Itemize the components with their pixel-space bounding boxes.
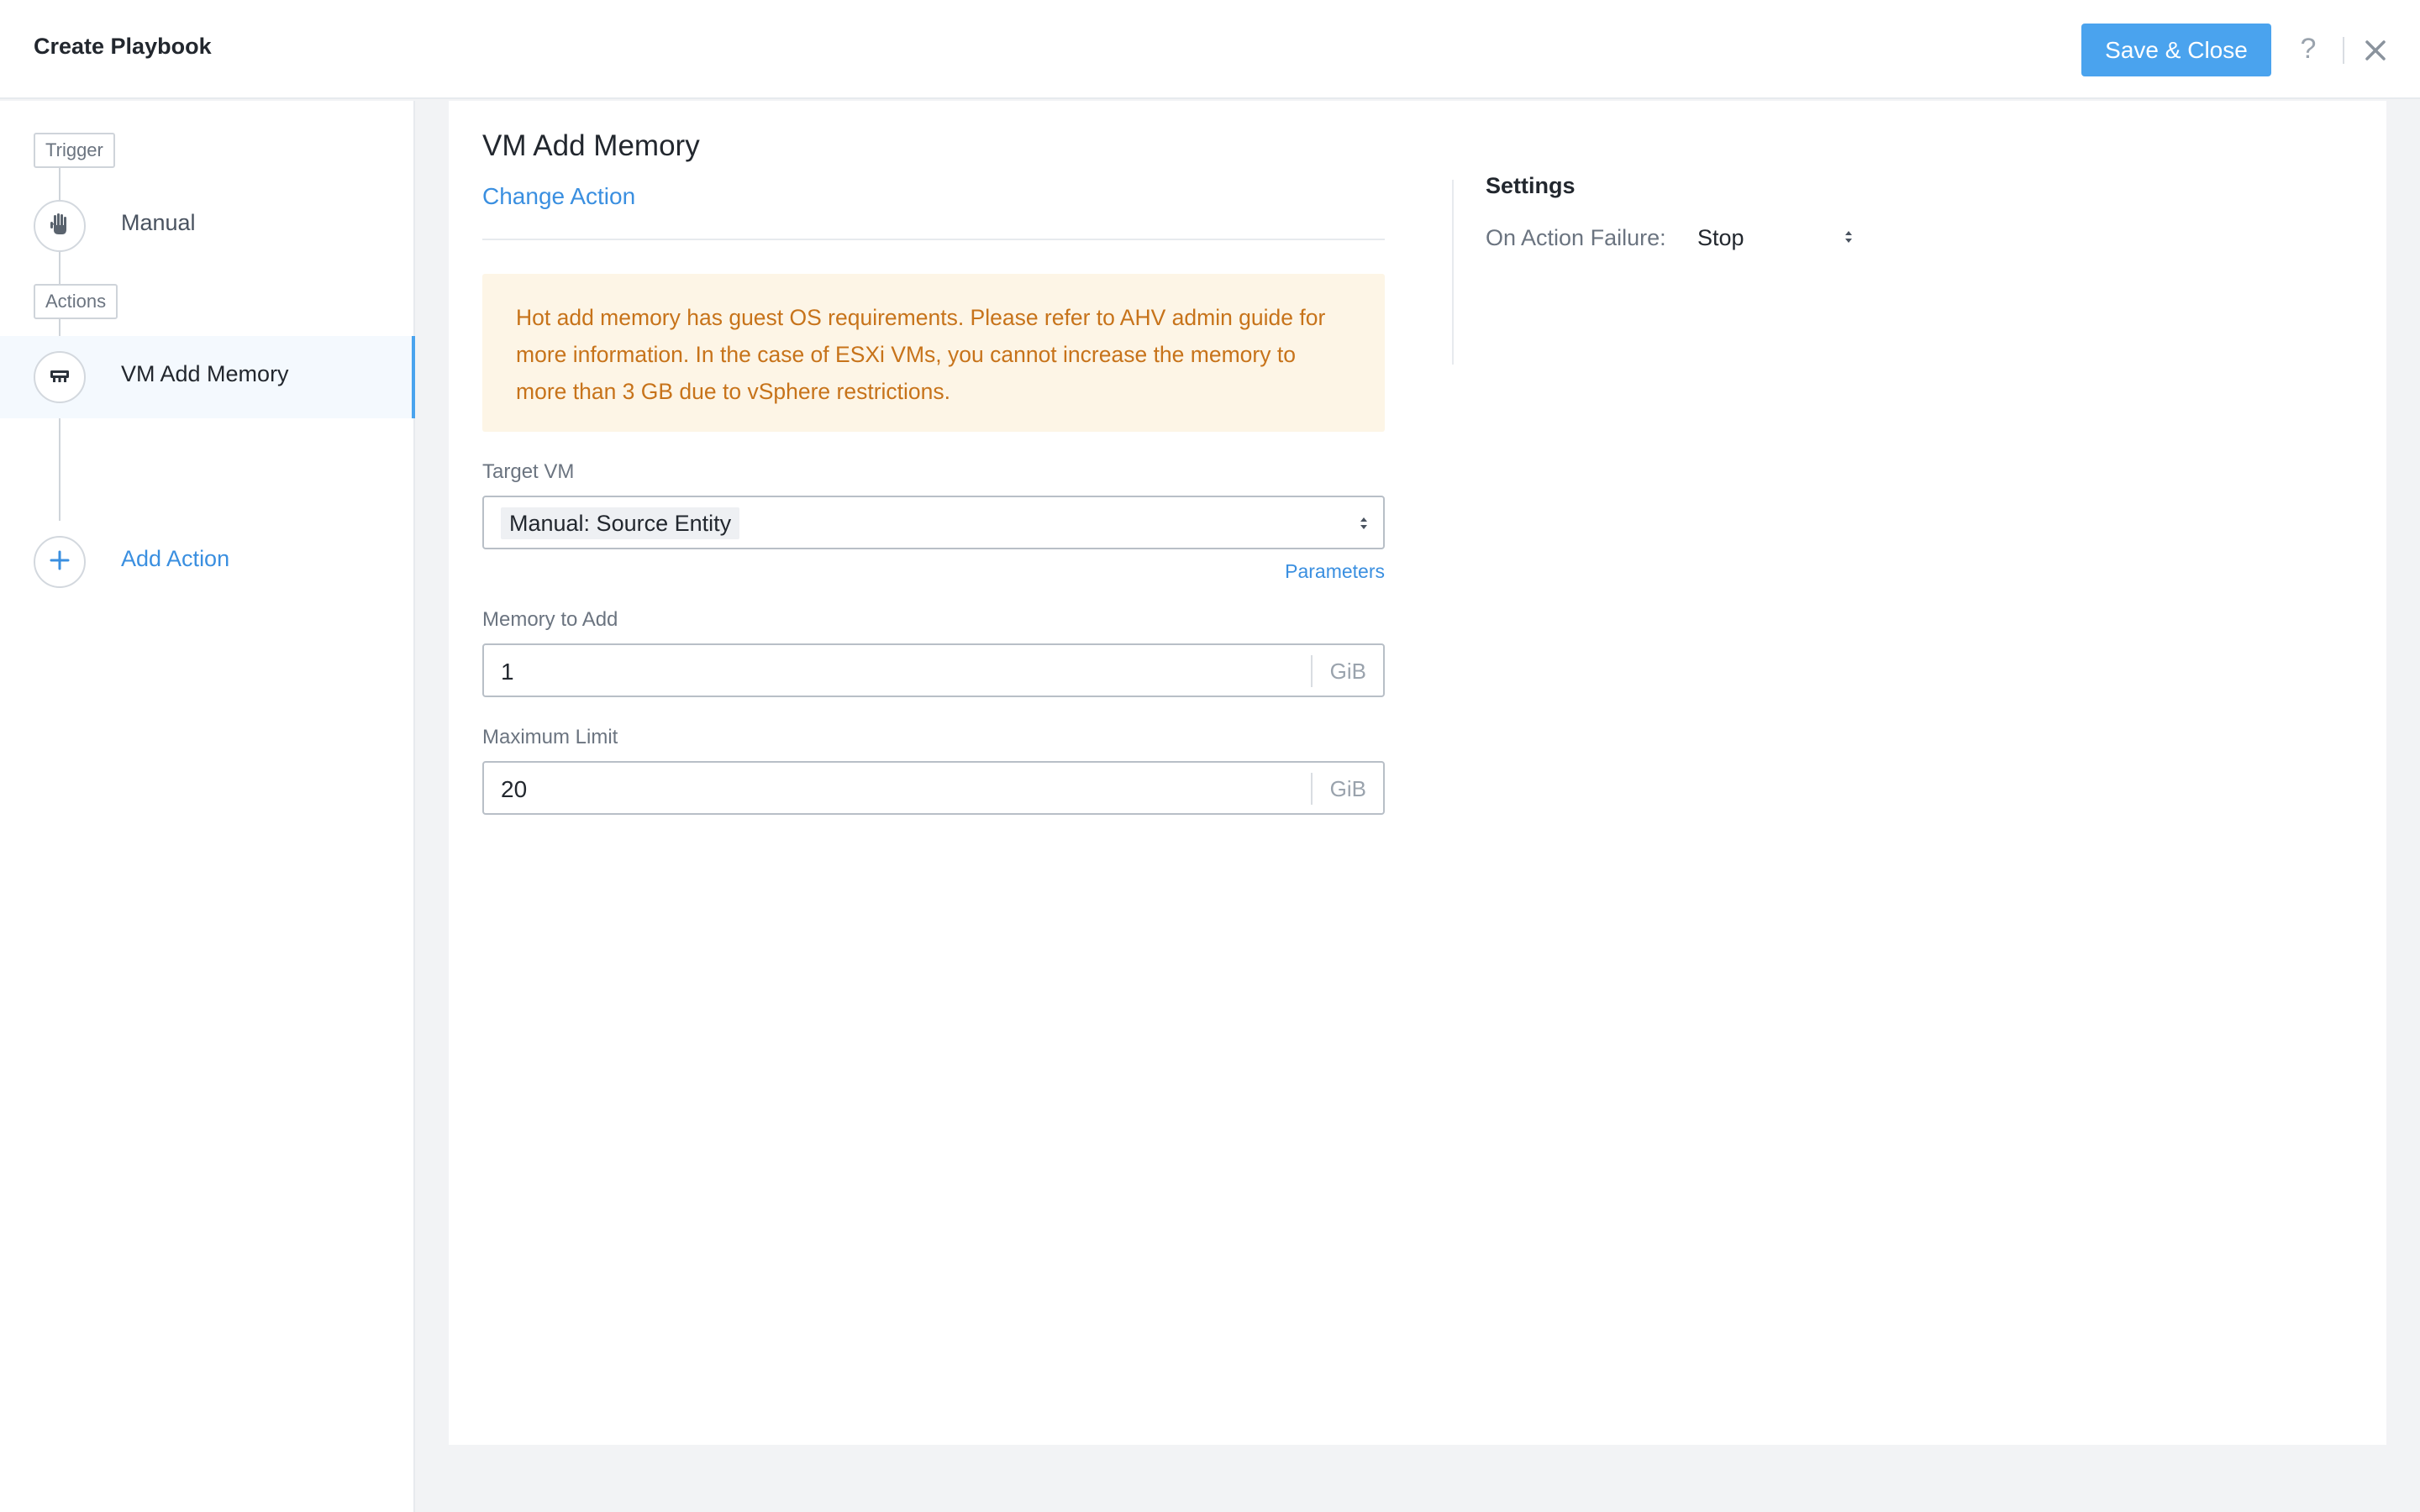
help-icon[interactable]: ? xyxy=(2296,32,2321,66)
trigger-step-icon-circle[interactable] xyxy=(34,200,86,252)
header: Create Playbook Save & Close ? xyxy=(0,0,2420,99)
add-action-icon-circle[interactable] xyxy=(34,536,86,588)
maximum-limit-label: Maximum Limit xyxy=(482,726,618,748)
sort-arrows-icon xyxy=(1358,514,1370,533)
action-title: VM Add Memory xyxy=(482,129,700,162)
change-action-link[interactable]: Change Action xyxy=(482,183,635,210)
action-step-icon-circle[interactable] xyxy=(34,351,86,403)
target-vm-label: Target VM xyxy=(482,460,575,483)
maximum-limit-value[interactable]: 20 xyxy=(501,776,527,803)
target-vm-chip[interactable]: Manual: Source Entity xyxy=(501,507,740,539)
memory-to-add-unit: GiB xyxy=(1329,659,1366,684)
action-step-label[interactable]: VM Add Memory xyxy=(121,361,289,387)
unit-separator xyxy=(1311,773,1313,805)
header-divider xyxy=(2343,37,2344,64)
title-divider xyxy=(482,239,1385,240)
maximum-limit-field[interactable]: 20 GiB xyxy=(482,761,1385,815)
on-action-failure-select[interactable]: Stop xyxy=(1697,218,1862,255)
step-connector xyxy=(59,420,60,521)
plus-icon xyxy=(49,549,71,575)
settings-title: Settings xyxy=(1486,173,1576,198)
action-config-panel: VM Add Memory Change Action Hot add memo… xyxy=(449,101,2386,1445)
actions-tag: Actions xyxy=(34,284,118,319)
memory-to-add-label: Memory to Add xyxy=(482,608,618,631)
on-action-failure-label: On Action Failure: xyxy=(1486,225,1666,250)
maximum-limit-unit: GiB xyxy=(1329,776,1366,801)
save-close-button[interactable]: Save & Close xyxy=(2081,24,2271,76)
warning-message: Hot add memory has guest OS requirements… xyxy=(482,274,1385,432)
trigger-step-label[interactable]: Manual xyxy=(121,210,196,236)
parameters-link[interactable]: Parameters xyxy=(1282,560,1385,583)
memory-to-add-field[interactable]: 1 GiB xyxy=(482,643,1385,697)
memory-to-add-value[interactable]: 1 xyxy=(501,659,514,685)
close-icon[interactable] xyxy=(2361,36,2390,65)
settings-divider xyxy=(1452,180,1454,365)
target-vm-select[interactable]: Manual: Source Entity xyxy=(482,496,1385,549)
trigger-tag: Trigger xyxy=(34,133,115,168)
page-title: Create Playbook xyxy=(34,34,212,59)
add-action-link[interactable]: Add Action xyxy=(121,546,229,572)
sidebar: Trigger Manual Actions VM Add Memory Add… xyxy=(0,101,415,1512)
hand-icon xyxy=(47,212,72,241)
on-action-failure-value[interactable]: Stop xyxy=(1697,225,1744,251)
memory-icon xyxy=(48,364,71,391)
unit-separator xyxy=(1311,655,1313,687)
sort-arrows-icon xyxy=(1844,228,1854,245)
